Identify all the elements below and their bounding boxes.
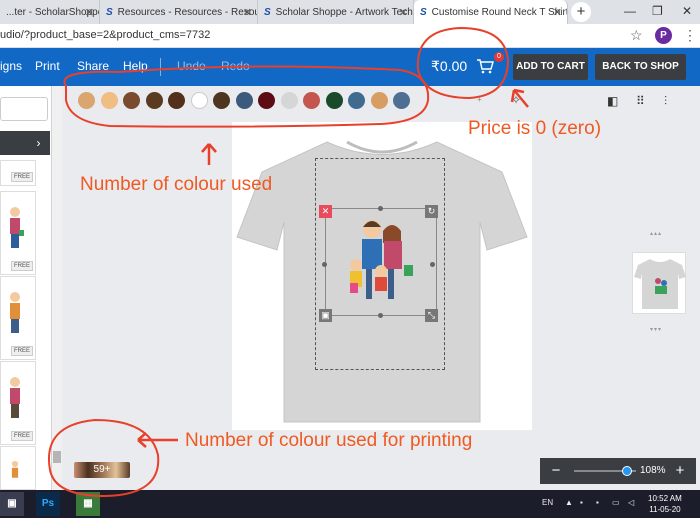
print-colour-annotation: Number of colour used for printing xyxy=(185,430,473,451)
price-annotation: Price is 0 (zero) xyxy=(468,118,602,139)
colour-count-annotation: Number of colour used xyxy=(80,174,273,195)
